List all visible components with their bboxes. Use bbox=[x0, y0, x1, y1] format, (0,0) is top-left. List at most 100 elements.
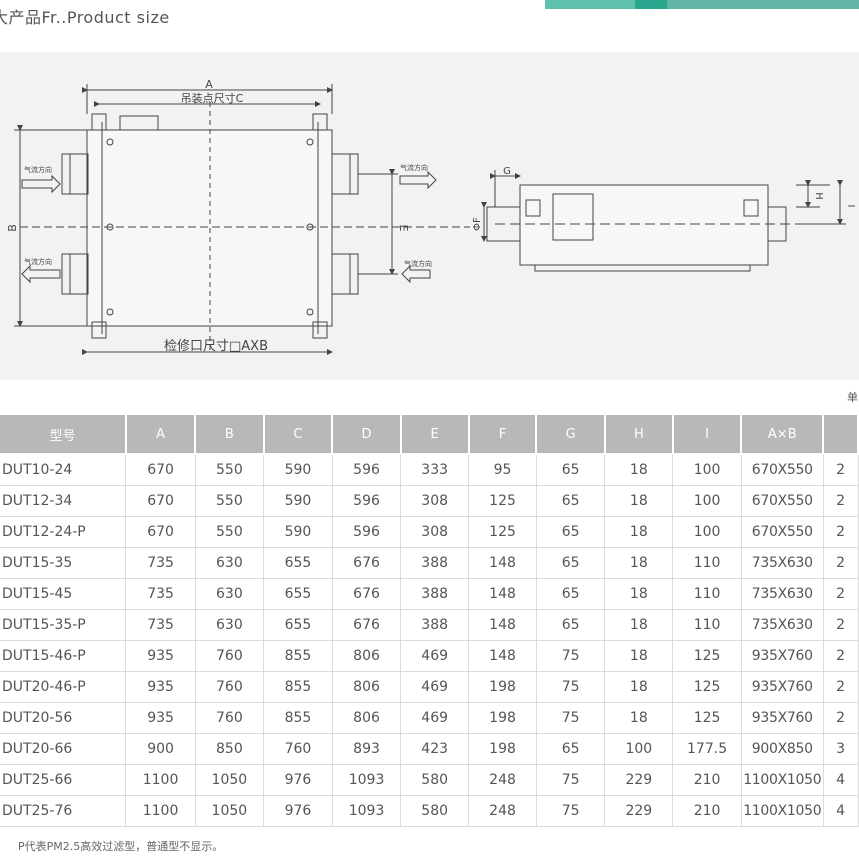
column-header: A×B bbox=[741, 415, 825, 455]
value-cell: 148 bbox=[468, 609, 537, 641]
value-cell: 1100 bbox=[125, 795, 196, 827]
model-cell: DUT25-66 bbox=[0, 764, 127, 796]
value-cell: 735 bbox=[125, 609, 196, 641]
value-cell: 630 bbox=[195, 547, 265, 579]
value-cell: 760 bbox=[263, 733, 333, 765]
value-cell: 469 bbox=[400, 671, 470, 703]
model-cell: DUT20-66 bbox=[0, 733, 127, 765]
value-cell: 2 bbox=[823, 485, 859, 517]
value-cell: 2 bbox=[823, 516, 859, 548]
value-cell: 65 bbox=[536, 609, 606, 641]
value-cell: 735X630 bbox=[741, 609, 824, 641]
column-header: A bbox=[125, 415, 197, 455]
value-cell: 760 bbox=[195, 640, 265, 672]
value-cell: 1050 bbox=[195, 795, 265, 827]
value-cell: 2 bbox=[823, 702, 859, 734]
value-cell: 18 bbox=[604, 578, 674, 610]
table-row: DUT12-24-P 670 550 590 596 308 125 65 18 100 670X5… bbox=[0, 516, 859, 548]
top-view bbox=[14, 84, 470, 355]
value-cell: 229 bbox=[604, 764, 674, 796]
value-cell: 18 bbox=[604, 516, 674, 548]
value-cell: 900 bbox=[125, 733, 196, 765]
table-row: DUT12-34 670 550 590 596 308 125 65 18 100 670X550… bbox=[0, 485, 859, 517]
model-cell: DUT12-34 bbox=[0, 485, 127, 517]
value-cell: 855 bbox=[263, 640, 333, 672]
dim-a-label: A bbox=[205, 78, 213, 91]
value-cell: 229 bbox=[604, 795, 674, 827]
table-row: DUT20-46-P 935 760 855 806 469 198 75 18 125 935X7… bbox=[0, 671, 859, 703]
value-cell: 670 bbox=[125, 516, 196, 548]
value-cell: 95 bbox=[468, 454, 537, 486]
model-cell: DUT15-35-P bbox=[0, 609, 127, 641]
value-cell: 65 bbox=[536, 578, 606, 610]
column-header: E bbox=[400, 415, 470, 455]
value-cell: 590 bbox=[263, 516, 333, 548]
value-cell: 4 bbox=[823, 764, 859, 796]
value-cell: 935X760 bbox=[741, 671, 824, 703]
value-cell: 65 bbox=[536, 485, 606, 517]
value-cell: 676 bbox=[332, 578, 402, 610]
spec-table: 型号 A B C D E F G H I A×B DUT10-24 670 550 590 596 333 95… bbox=[0, 415, 859, 827]
model-cell: DUT12-24-P bbox=[0, 516, 127, 548]
dim-f-label: ΦF bbox=[472, 217, 483, 231]
value-cell: 125 bbox=[468, 485, 537, 517]
value-cell: 469 bbox=[400, 640, 470, 672]
value-cell: 2 bbox=[823, 640, 859, 672]
value-cell: 1050 bbox=[195, 764, 265, 796]
column-header bbox=[823, 415, 859, 455]
value-cell: 806 bbox=[332, 702, 402, 734]
value-cell: 855 bbox=[263, 671, 333, 703]
value-cell: 580 bbox=[400, 795, 470, 827]
value-cell: 110 bbox=[672, 609, 742, 641]
table-row: DUT25-76 1100 1050 976 1093 580 248 75 229 210 110… bbox=[0, 795, 859, 827]
unit-label: 单 bbox=[847, 391, 858, 404]
table-body: DUT10-24 670 550 590 596 333 95 65 18 100 670X550 2… bbox=[0, 454, 859, 827]
value-cell: 65 bbox=[536, 733, 606, 765]
airflow-label-top-right: 气流方向 bbox=[400, 163, 428, 172]
value-cell: 850 bbox=[195, 733, 265, 765]
value-cell: 110 bbox=[672, 547, 742, 579]
value-cell: 806 bbox=[332, 640, 402, 672]
value-cell: 388 bbox=[400, 578, 470, 610]
table-row: DUT15-46-P 935 760 855 806 469 148 75 18 125 935X7… bbox=[0, 640, 859, 672]
column-header: C bbox=[263, 415, 334, 455]
value-cell: 760 bbox=[195, 671, 265, 703]
value-cell: 670X550 bbox=[741, 516, 824, 548]
value-cell: 1100X1050 bbox=[741, 764, 824, 796]
value-cell: 1100 bbox=[125, 764, 196, 796]
value-cell: 75 bbox=[536, 671, 606, 703]
value-cell: 388 bbox=[400, 547, 470, 579]
value-cell: 308 bbox=[400, 516, 470, 548]
value-cell: 670X550 bbox=[741, 454, 824, 486]
value-cell: 855 bbox=[263, 702, 333, 734]
value-cell: 735X630 bbox=[741, 578, 824, 610]
dim-e-label: E bbox=[397, 225, 410, 232]
value-cell: 935X760 bbox=[741, 702, 824, 734]
dim-c-label: 吊装点尺寸C bbox=[181, 91, 244, 105]
value-cell: 65 bbox=[536, 547, 606, 579]
value-cell: 596 bbox=[332, 516, 402, 548]
column-header: G bbox=[536, 415, 606, 455]
value-cell: 760 bbox=[195, 702, 265, 734]
value-cell: 935 bbox=[125, 640, 196, 672]
value-cell: 735 bbox=[125, 578, 196, 610]
table-row: DUT15-35-P 735 630 655 676 388 148 65 18 110 735X6… bbox=[0, 609, 859, 641]
value-cell: 976 bbox=[263, 795, 333, 827]
value-cell: 75 bbox=[536, 702, 606, 734]
value-cell: 198 bbox=[468, 671, 537, 703]
value-cell: 935 bbox=[125, 671, 196, 703]
value-cell: 2 bbox=[823, 671, 859, 703]
value-cell: 18 bbox=[604, 671, 674, 703]
value-cell: 248 bbox=[468, 764, 537, 796]
model-cell: DUT20-56 bbox=[0, 702, 127, 734]
value-cell: 1093 bbox=[332, 795, 402, 827]
value-cell: 333 bbox=[400, 454, 470, 486]
dim-i-label: I bbox=[845, 205, 856, 208]
value-cell: 580 bbox=[400, 764, 470, 796]
value-cell: 18 bbox=[604, 702, 674, 734]
value-cell: 655 bbox=[263, 609, 333, 641]
value-cell: 100 bbox=[672, 454, 742, 486]
value-cell: 210 bbox=[672, 764, 742, 796]
value-cell: 100 bbox=[672, 516, 742, 548]
value-cell: 893 bbox=[332, 733, 402, 765]
